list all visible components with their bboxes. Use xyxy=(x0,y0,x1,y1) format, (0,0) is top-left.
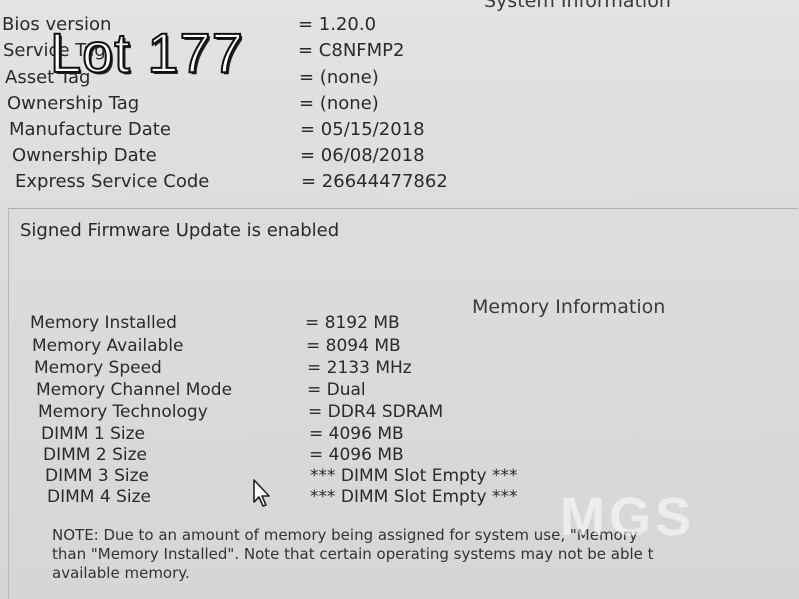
memory-value: *** DIMM Slot Empty *** xyxy=(310,466,518,486)
info-label: Express Service Code xyxy=(15,171,210,192)
firmware-status: Signed Firmware Update is enabled xyxy=(20,220,340,241)
info-value: = 1.20.0 xyxy=(298,14,377,35)
memory-label: Memory Channel Mode xyxy=(36,380,233,400)
info-label: Manufacture Date xyxy=(9,119,171,140)
system-information-title: System Information xyxy=(484,0,671,12)
memory-value: = DDR4 SDRAM xyxy=(308,402,444,422)
memory-label: DIMM 2 Size xyxy=(43,445,147,465)
memory-value: = 4096 MB xyxy=(309,445,404,465)
bios-screen: System Information Bios version = 1.20.0… xyxy=(0,0,799,599)
memory-value: = 8192 MB xyxy=(305,313,400,333)
memory-label: Memory Technology xyxy=(38,402,208,422)
note-line-3: available memory. xyxy=(52,564,190,582)
memory-label: Memory Available xyxy=(32,336,184,356)
info-label: Ownership Tag xyxy=(7,93,140,114)
lot-label: Lot 177 xyxy=(49,20,244,85)
memory-value: = Dual xyxy=(307,380,366,400)
info-value: = (none) xyxy=(299,67,379,88)
info-value: = (none) xyxy=(299,93,379,114)
memory-label: DIMM 1 Size xyxy=(41,424,145,444)
memory-label: DIMM 4 Size xyxy=(47,487,151,507)
memory-label: DIMM 3 Size xyxy=(45,466,149,486)
memory-value: = 8094 MB xyxy=(306,336,401,356)
section-divider xyxy=(8,208,798,210)
info-value: = 26644477862 xyxy=(301,171,448,192)
mouse-pointer-icon xyxy=(253,479,270,507)
memory-information-title: Memory Information xyxy=(472,296,666,318)
info-value: = 06/08/2018 xyxy=(300,145,425,166)
memory-value: = 2133 MHz xyxy=(307,358,412,378)
watermark-logo: MGS xyxy=(560,487,696,547)
panel-border xyxy=(8,208,9,599)
info-value: = C8NFMP2 xyxy=(298,40,405,61)
memory-label: Memory Installed xyxy=(30,313,177,333)
memory-value: *** DIMM Slot Empty *** xyxy=(310,487,518,507)
info-value: = 05/15/2018 xyxy=(300,119,425,140)
memory-value: = 4096 MB xyxy=(309,424,404,444)
info-label: Ownership Date xyxy=(12,145,157,166)
memory-label: Memory Speed xyxy=(34,358,162,378)
